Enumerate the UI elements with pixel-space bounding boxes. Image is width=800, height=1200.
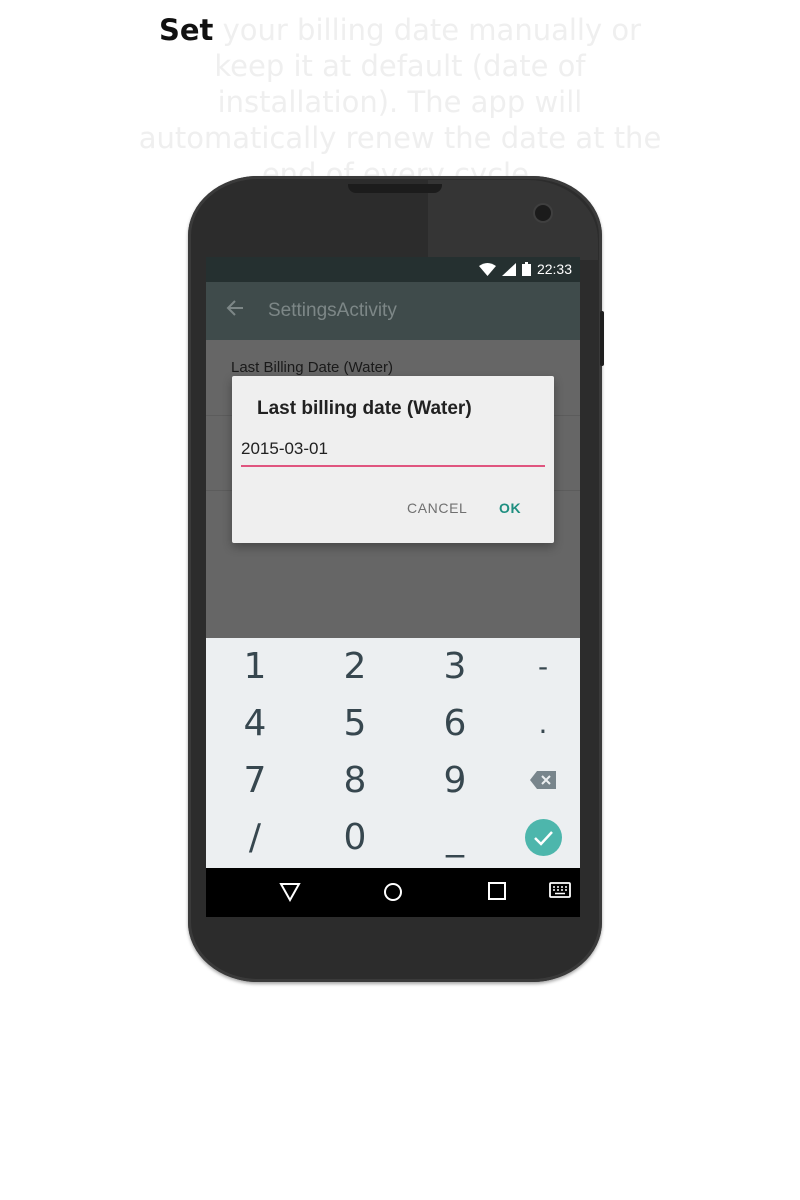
phone-screen: 22:33 SettingsActivity Last Billing Date…: [206, 257, 580, 917]
key-dash[interactable]: -: [503, 638, 580, 694]
key-0[interactable]: 0: [315, 809, 395, 865]
nav-bar: [206, 868, 580, 917]
keyboard-icon[interactable]: [549, 882, 571, 898]
backspace-icon: [530, 771, 556, 789]
app-bar: SettingsActivity: [206, 282, 580, 340]
dialog-title: Last billing date (Water): [257, 398, 472, 419]
key-6[interactable]: 6: [415, 695, 495, 751]
signal-icon: [501, 262, 516, 276]
billing-date-input[interactable]: [241, 432, 545, 467]
key-period[interactable]: .: [503, 695, 580, 751]
ok-button[interactable]: OK: [499, 500, 521, 516]
caption-text: your billing date manually or keep it at…: [138, 13, 662, 191]
cancel-button[interactable]: CANCEL: [407, 500, 467, 516]
key-5[interactable]: 5: [315, 695, 395, 751]
back-triangle-icon[interactable]: [279, 882, 301, 902]
key-7[interactable]: 7: [215, 752, 295, 808]
key-2[interactable]: 2: [315, 638, 395, 694]
home-circle-icon[interactable]: [383, 882, 403, 902]
recents-square-icon[interactable]: [488, 882, 506, 900]
clock: 22:33: [536, 261, 572, 277]
key-9[interactable]: 9: [415, 752, 495, 808]
wifi-icon: [478, 262, 496, 276]
caption-lead: Set: [158, 13, 214, 47]
front-camera: [535, 205, 551, 221]
caption: Set your billing date manually or keep i…: [130, 12, 670, 192]
battery-icon: [521, 262, 531, 276]
numeric-keypad: 1 2 3 - 4 5 6 . 7 8 9 / 0 _: [206, 638, 580, 868]
app-title: SettingsActivity: [268, 300, 397, 321]
billing-date-dialog: Last billing date (Water) CANCEL OK: [232, 376, 554, 543]
done-key[interactable]: [503, 809, 580, 865]
status-bar: 22:33: [206, 257, 580, 282]
done-check-icon: [524, 818, 562, 856]
key-1[interactable]: 1: [215, 638, 295, 694]
speaker-grille: [348, 184, 442, 193]
key-underscore[interactable]: _: [415, 809, 495, 865]
key-slash[interactable]: /: [215, 809, 295, 865]
arrow-back-icon[interactable]: [226, 299, 244, 317]
preference-item-last-billing-date[interactable]: Last Billing Date (Water): [231, 359, 393, 376]
key-4[interactable]: 4: [215, 695, 295, 751]
power-button: [600, 311, 604, 366]
backspace-key[interactable]: [503, 752, 580, 808]
key-8[interactable]: 8: [315, 752, 395, 808]
key-3[interactable]: 3: [415, 638, 495, 694]
